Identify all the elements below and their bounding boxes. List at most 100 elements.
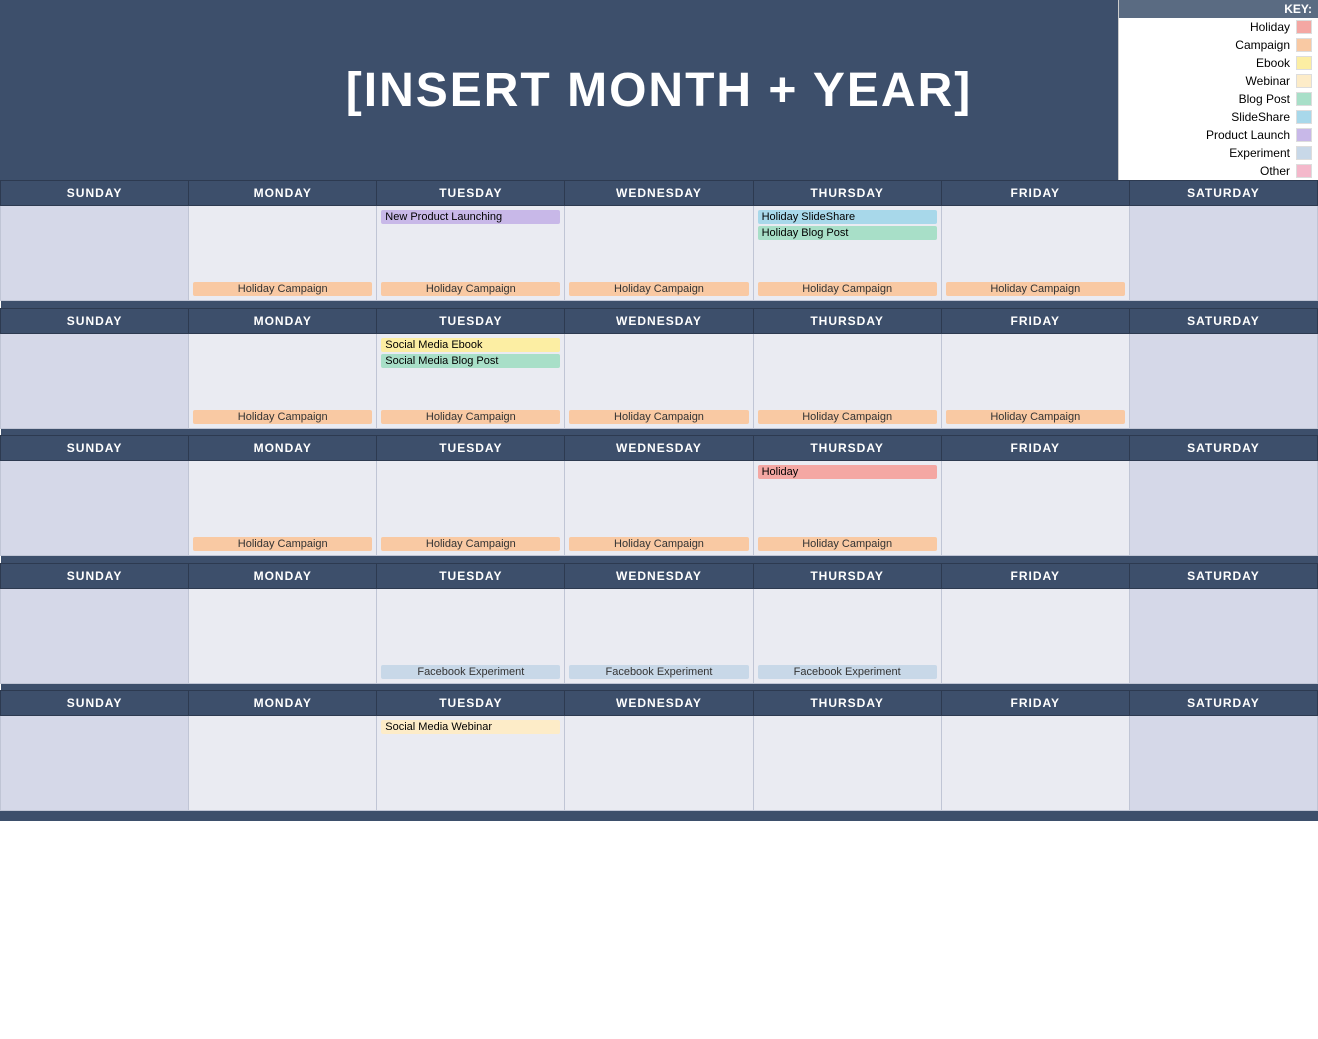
day-header-tuesday: TUESDAY [377, 181, 565, 206]
week-3-header-sunday: SUNDAY [1, 436, 189, 461]
week-1-wednesday-campaign: Holiday Campaign [569, 282, 748, 296]
week-3-header-tuesday: TUESDAY [377, 436, 565, 461]
day-header-thursday: THURSDAY [753, 181, 941, 206]
week-5-header-monday: MONDAY [189, 691, 377, 716]
legend-swatch-holiday [1296, 20, 1312, 34]
week-2-header-sunday: SUNDAY [1, 308, 189, 333]
week-3-wednesday: Holiday Campaign [565, 461, 753, 556]
week-2-wednesday-campaign: Holiday Campaign [569, 410, 748, 424]
week-5-header-wednesday: WEDNESDAY [565, 691, 753, 716]
week-2-tuesday-campaign: Holiday Campaign [381, 410, 560, 424]
week-1-thursday-campaign: Holiday Campaign [758, 282, 937, 296]
week-4-separator [1, 683, 1318, 690]
legend-item-blogpost: Blog Post [1119, 90, 1318, 108]
week-1-saturday [1129, 206, 1317, 301]
legend-item-slideshare: SlideShare [1119, 108, 1318, 126]
week-1-tuesday-campaign: Holiday Campaign [381, 282, 560, 296]
week-5-header-thursday: THURSDAY [753, 691, 941, 716]
week-4-sunday [1, 588, 189, 683]
legend-label-holiday: Holiday [1250, 20, 1290, 34]
week-1-thursday-event-1: Holiday SlideShare [758, 210, 937, 224]
week-1-monday-campaign: Holiday Campaign [193, 282, 372, 296]
week-5-friday [941, 716, 1129, 811]
week-5-wednesday [565, 716, 753, 811]
week-1-friday: Holiday Campaign [941, 206, 1129, 301]
week-4-header-sunday: SUNDAY [1, 563, 189, 588]
legend-item-ebook: Ebook [1119, 54, 1318, 72]
week-5-thursday [753, 716, 941, 811]
week-4-monday [189, 588, 377, 683]
week-1-header-row: SUNDAY MONDAY TUESDAY WEDNESDAY THURSDAY… [1, 181, 1318, 206]
week-2-tuesday: Social Media Ebook Social Media Blog Pos… [377, 333, 565, 428]
week-3-header-row: SUNDAY MONDAY TUESDAY WEDNESDAY THURSDAY… [1, 436, 1318, 461]
week-2-thursday-campaign: Holiday Campaign [758, 410, 937, 424]
legend-key-label: KEY: [1119, 0, 1318, 18]
week-2-wednesday: Holiday Campaign [565, 333, 753, 428]
legend-label-blogpost: Blog Post [1239, 92, 1290, 106]
week-1-wednesday: Holiday Campaign [565, 206, 753, 301]
week-3-monday: Holiday Campaign [189, 461, 377, 556]
day-header-friday: FRIDAY [941, 181, 1129, 206]
legend-label-ebook: Ebook [1256, 56, 1290, 70]
legend-item-experiment: Experiment [1119, 144, 1318, 162]
week-4-tuesday-experiment: Facebook Experiment [381, 665, 560, 679]
week-2-header-wednesday: WEDNESDAY [565, 308, 753, 333]
legend-item-productlaunch: Product Launch [1119, 126, 1318, 144]
week-3: SUNDAY MONDAY TUESDAY WEDNESDAY THURSDAY… [0, 435, 1318, 563]
day-header-wednesday: WEDNESDAY [565, 181, 753, 206]
page-title: [INSERT MONTH + YEAR] [346, 63, 972, 118]
week-5-header-row: SUNDAY MONDAY TUESDAY WEDNESDAY THURSDAY… [1, 691, 1318, 716]
week-3-sep [1, 556, 1318, 563]
week-2-header-thursday: THURSDAY [753, 308, 941, 333]
week-3-saturday [1129, 461, 1317, 556]
legend-swatch-slideshare [1296, 110, 1312, 124]
week-2-monday: Holiday Campaign [189, 333, 377, 428]
bottom-bar [0, 811, 1318, 821]
week-2-thursday: Holiday Campaign [753, 333, 941, 428]
week-4-header-saturday: SATURDAY [1129, 563, 1317, 588]
week-5-monday [189, 716, 377, 811]
week-3-monday-campaign: Holiday Campaign [193, 537, 372, 551]
page-container: [INSERT MONTH + YEAR] KEY: Holiday Campa… [0, 0, 1318, 821]
week-4-tuesday: Facebook Experiment [377, 588, 565, 683]
legend-swatch-campaign [1296, 38, 1312, 52]
legend-swatch-productlaunch [1296, 128, 1312, 142]
legend-swatch-blogpost [1296, 92, 1312, 106]
week-5-header-saturday: SATURDAY [1129, 691, 1317, 716]
week-4-thursday-experiment: Facebook Experiment [758, 665, 937, 679]
week-2-sunday [1, 333, 189, 428]
legend-label-slideshare: SlideShare [1231, 110, 1290, 124]
week-4-body-row: Facebook Experiment Facebook Experiment … [1, 588, 1318, 683]
week-2-tuesday-event-1: Social Media Ebook [381, 338, 560, 352]
legend: KEY: Holiday Campaign Ebook Webinar Blog… [1118, 0, 1318, 180]
legend-swatch-webinar [1296, 74, 1312, 88]
week-3-friday [941, 461, 1129, 556]
week-4-header-monday: MONDAY [189, 563, 377, 588]
week-1-sunday [1, 206, 189, 301]
week-2-header-friday: FRIDAY [941, 308, 1129, 333]
week-3-thursday-campaign: Holiday Campaign [758, 537, 937, 551]
week-2-sep [1, 428, 1318, 435]
legend-label-other: Other [1260, 164, 1290, 178]
week-2-header-tuesday: TUESDAY [377, 308, 565, 333]
legend-label-experiment: Experiment [1229, 146, 1290, 160]
week-2-separator [1, 428, 1318, 435]
week-5: SUNDAY MONDAY TUESDAY WEDNESDAY THURSDAY… [0, 690, 1318, 811]
week-2-friday: Holiday Campaign [941, 333, 1129, 428]
calendar: SUNDAY MONDAY TUESDAY WEDNESDAY THURSDAY… [0, 180, 1318, 821]
week-5-body-row: Social Media Webinar [1, 716, 1318, 811]
week-2-header-monday: MONDAY [189, 308, 377, 333]
week-3-header-thursday: THURSDAY [753, 436, 941, 461]
week-2-tuesday-event-2: Social Media Blog Post [381, 354, 560, 368]
week-3-header-monday: MONDAY [189, 436, 377, 461]
week-4-header-row: SUNDAY MONDAY TUESDAY WEDNESDAY THURSDAY… [1, 563, 1318, 588]
week-4-header-tuesday: TUESDAY [377, 563, 565, 588]
legend-item-other: Other [1119, 162, 1318, 180]
week-5-tuesday-event-1: Social Media Webinar [381, 720, 560, 734]
week-3-sunday [1, 461, 189, 556]
legend-label-webinar: Webinar [1246, 74, 1290, 88]
week-3-header-saturday: SATURDAY [1129, 436, 1317, 461]
week-4-header-thursday: THURSDAY [753, 563, 941, 588]
week-4-sep [1, 683, 1318, 690]
week-1-friday-campaign: Holiday Campaign [946, 282, 1125, 296]
